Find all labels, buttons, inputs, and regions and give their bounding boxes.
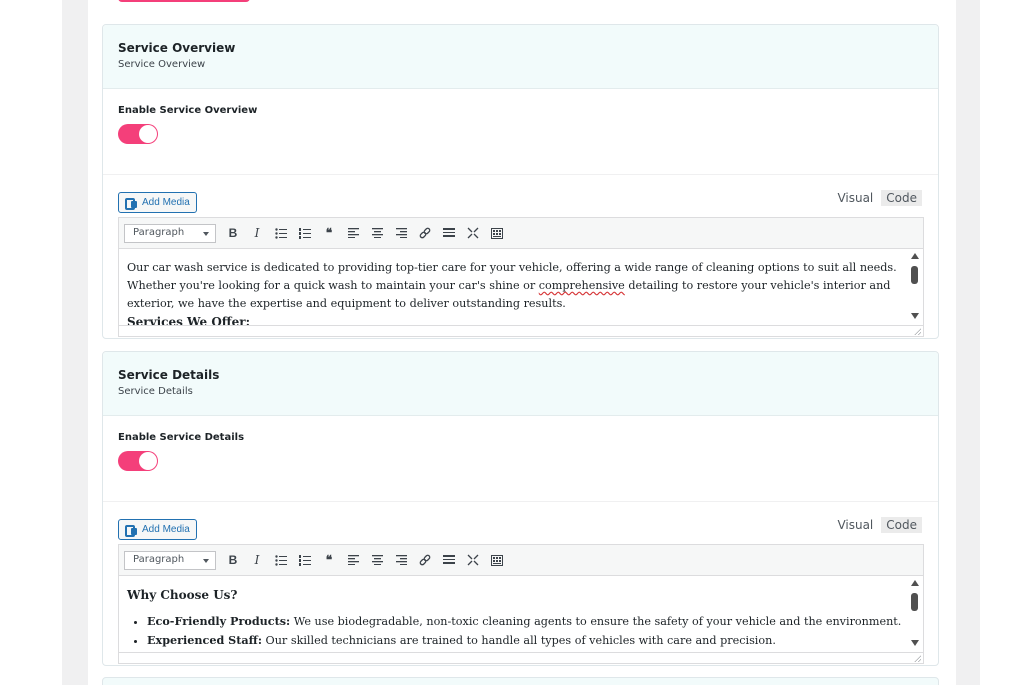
- editor-frame: Paragraph B I ❝ Our car wash service is …: [118, 217, 924, 337]
- align-left-icon[interactable]: [341, 223, 365, 243]
- editor-content[interactable]: Why Choose Us? Eco-Friendly Products: We…: [119, 576, 923, 652]
- toggle-label: Enable Service Overview: [118, 105, 258, 116]
- list-item-text: Our skilled technicians are trained to h…: [262, 634, 776, 647]
- toggle-knob: [139, 452, 157, 470]
- list-item-title: Experienced Staff:: [147, 633, 262, 647]
- tab-code[interactable]: Code: [881, 190, 922, 206]
- service-overview-section: Service Overview Service Overview Enable…: [102, 24, 939, 339]
- content-heading: Services We Offer:: [127, 315, 251, 325]
- bullet-list-icon[interactable]: [269, 550, 293, 570]
- list-item-title: Eco-Friendly Products:: [147, 614, 291, 628]
- scroll-thumb[interactable]: [911, 266, 918, 284]
- italic-icon[interactable]: I: [245, 223, 269, 243]
- enable-service-overview-toggle[interactable]: [118, 124, 158, 144]
- enable-service-details-field: Enable Service Details: [103, 416, 938, 502]
- blockquote-icon[interactable]: ❝: [317, 223, 341, 243]
- service-details-editor: Add Media Visual Code Paragraph B I ❝ Wh…: [103, 502, 938, 665]
- scroll-thumb[interactable]: [911, 593, 918, 611]
- link-icon[interactable]: [413, 223, 437, 243]
- numbered-list-icon[interactable]: [293, 223, 317, 243]
- read-more-icon[interactable]: [437, 550, 461, 570]
- tab-code[interactable]: Code: [881, 517, 922, 533]
- editor-frame: Paragraph B I ❝ Why Choose Us? Eco: [118, 544, 924, 664]
- enable-service-details-toggle[interactable]: [118, 451, 158, 471]
- chevron-down-icon: [203, 231, 209, 236]
- list-item: Eco-Friendly Products: We use biodegrada…: [147, 612, 903, 631]
- numbered-list-icon[interactable]: [293, 550, 317, 570]
- list-item: Experienced Staff: Our skilled technicia…: [147, 631, 903, 650]
- misspelled-word: comprehensive: [538, 279, 625, 292]
- service-overview-editor: Add Media Visual Code Paragraph B I ❝ Ou…: [103, 175, 938, 338]
- add-media-button[interactable]: Add Media: [118, 519, 197, 540]
- format-select[interactable]: Paragraph: [124, 223, 216, 243]
- italic-icon[interactable]: I: [245, 550, 269, 570]
- content-heading: Why Choose Us?: [127, 588, 238, 602]
- service-details-section: Service Details Service Details Enable S…: [102, 351, 939, 666]
- editor-status-bar: [119, 652, 923, 663]
- right-gutter: [980, 0, 1024, 685]
- bullet-list-icon[interactable]: [269, 223, 293, 243]
- media-icon: [125, 197, 137, 210]
- section-subtitle: Service Overview: [118, 59, 206, 70]
- add-media-label: Add Media: [142, 197, 190, 208]
- editor-status-bar: [119, 325, 923, 336]
- section-header: Service Overview Service Overview: [103, 25, 938, 89]
- list-item-text: We use biodegradable, non-toxic cleaning…: [290, 615, 902, 628]
- section-header: Service Details Service Details: [103, 352, 938, 416]
- blockquote-icon[interactable]: ❝: [317, 550, 341, 570]
- section-subtitle: Service Details: [118, 386, 193, 397]
- enable-service-overview-field: Enable Service Overview: [103, 89, 938, 175]
- editor-scrollbar[interactable]: [907, 249, 923, 325]
- align-right-icon[interactable]: [389, 550, 413, 570]
- link-icon[interactable]: [413, 550, 437, 570]
- content-paragraph: Our car wash service is dedicated to pro…: [127, 259, 903, 313]
- left-gutter: [0, 0, 62, 685]
- scroll-up-icon[interactable]: [911, 580, 919, 586]
- toggle-label: Enable Service Details: [118, 432, 245, 443]
- bold-icon[interactable]: B: [221, 223, 245, 243]
- resize-handle-icon[interactable]: [914, 655, 921, 662]
- scroll-down-icon[interactable]: [911, 313, 919, 319]
- media-icon: [125, 524, 137, 537]
- toggle-knob: [139, 125, 157, 143]
- chevron-down-icon: [203, 558, 209, 563]
- editor-tabs: Visual Code: [832, 190, 922, 206]
- toolbar-toggle-icon[interactable]: [485, 223, 509, 243]
- editor-toolbar: Paragraph B I ❝: [119, 218, 923, 249]
- read-more-icon[interactable]: [437, 223, 461, 243]
- align-left-icon[interactable]: [341, 550, 365, 570]
- content-list: Eco-Friendly Products: We use biodegrada…: [147, 612, 903, 650]
- format-select[interactable]: Paragraph: [124, 550, 216, 570]
- align-center-icon[interactable]: [365, 550, 389, 570]
- align-center-icon[interactable]: [365, 223, 389, 243]
- tab-visual[interactable]: Visual: [832, 517, 879, 533]
- format-select-value: Paragraph: [133, 226, 185, 238]
- editor-scrollbar[interactable]: [907, 576, 923, 652]
- scroll-down-icon[interactable]: [911, 640, 919, 646]
- editor-toolbar: Paragraph B I ❝: [119, 545, 923, 576]
- fullscreen-icon[interactable]: [461, 223, 485, 243]
- section-title: Service Details: [118, 368, 220, 382]
- align-right-icon[interactable]: [389, 223, 413, 243]
- next-section-stub: [102, 677, 939, 685]
- add-media-label: Add Media: [142, 524, 190, 535]
- add-media-button[interactable]: Add Media: [118, 192, 197, 213]
- bold-icon[interactable]: B: [221, 550, 245, 570]
- previous-toggle-stub: [118, 0, 250, 2]
- resize-handle-icon[interactable]: [914, 328, 921, 335]
- scroll-up-icon[interactable]: [911, 253, 919, 259]
- editor-tabs: Visual Code: [832, 517, 922, 533]
- section-title: Service Overview: [118, 41, 236, 55]
- tab-visual[interactable]: Visual: [832, 190, 879, 206]
- format-select-value: Paragraph: [133, 553, 185, 565]
- toolbar-toggle-icon[interactable]: [485, 550, 509, 570]
- editor-content[interactable]: Our car wash service is dedicated to pro…: [119, 249, 923, 325]
- fullscreen-icon[interactable]: [461, 550, 485, 570]
